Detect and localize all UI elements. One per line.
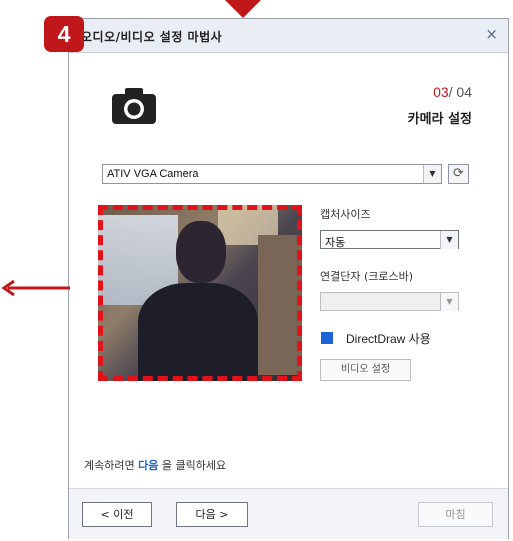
connector-label: 연결단자 (크로스바) bbox=[320, 270, 414, 283]
step-indicator: 03/ 04 bbox=[433, 84, 472, 100]
annotation-arrow-down bbox=[225, 0, 261, 18]
connector-select[interactable]: ▼ bbox=[320, 292, 459, 311]
step-total: 04 bbox=[456, 84, 472, 100]
chevron-down-icon[interactable]: ▼ bbox=[440, 293, 458, 311]
page-subtitle: 카메라 설정 bbox=[407, 112, 472, 127]
annotation-highlight-frame bbox=[98, 205, 302, 381]
instruction-suffix: 을 클릭하세요 bbox=[161, 459, 227, 472]
step-separator: / bbox=[448, 84, 453, 100]
camera-device-value: ATIV VGA Camera bbox=[107, 168, 199, 180]
video-settings-button[interactable]: 비디오 설정 bbox=[320, 359, 411, 381]
refresh-icon: ⟳ bbox=[453, 166, 464, 181]
refresh-button[interactable]: ⟳ bbox=[448, 164, 469, 184]
directdraw-checkbox[interactable] bbox=[321, 332, 333, 344]
instruction-prefix: 계속하려면 bbox=[84, 459, 135, 472]
step-number-badge: 4 bbox=[44, 16, 84, 52]
chevron-down-icon[interactable]: ▼ bbox=[423, 165, 441, 183]
annotation-arrow-left bbox=[1, 280, 70, 296]
dialog-title: 오디오/비디오 설정 마법사 bbox=[81, 30, 223, 44]
step-current: 03 bbox=[433, 84, 449, 100]
capture-size-label: 캡처사이즈 bbox=[320, 208, 371, 221]
capture-size-select[interactable]: 자동 ▼ bbox=[320, 230, 459, 249]
close-icon[interactable]: × bbox=[485, 25, 498, 43]
prev-button[interactable]: < 이전 bbox=[82, 502, 152, 527]
next-button[interactable]: 다음 > bbox=[176, 502, 248, 527]
instruction-highlight: 다음 bbox=[138, 459, 159, 472]
finish-button[interactable]: 마침 bbox=[418, 502, 493, 527]
camera-icon bbox=[112, 88, 156, 124]
directdraw-label: DirectDraw 사용 bbox=[346, 332, 431, 346]
capture-size-value: 자동 bbox=[325, 236, 346, 249]
instruction-text: 계속하려면 다음 을 클릭하세요 bbox=[84, 457, 226, 473]
chevron-down-icon[interactable]: ▼ bbox=[440, 231, 458, 249]
title-bar: 오디오/비디오 설정 마법사 × bbox=[69, 19, 508, 53]
camera-device-select[interactable]: ATIV VGA Camera ▼ bbox=[102, 164, 442, 184]
